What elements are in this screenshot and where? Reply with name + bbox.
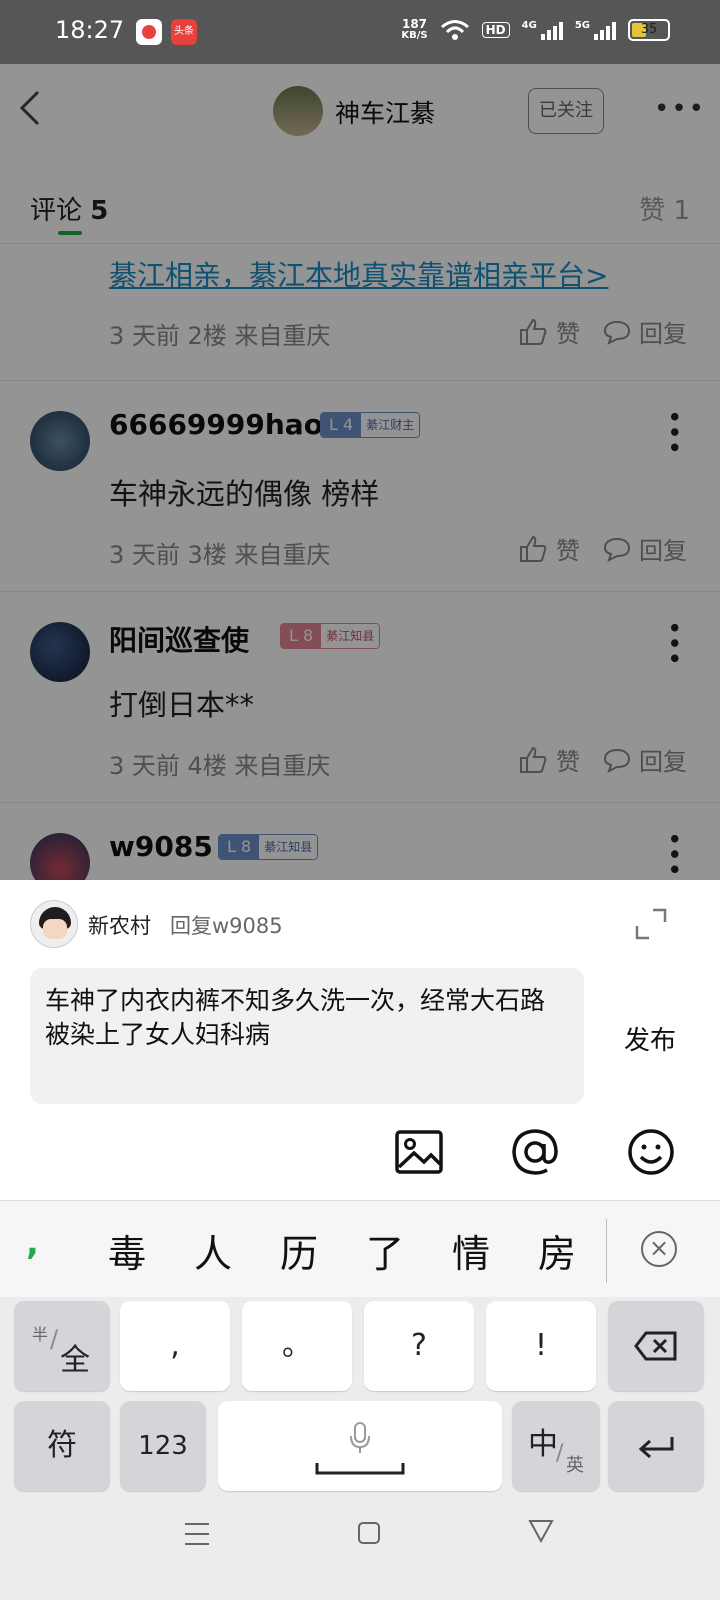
- signal-5g-icon: 5G: [575, 20, 616, 40]
- network-speed: 187 KB/S: [401, 18, 427, 42]
- signal-5g-label: 5G: [574, 20, 590, 31]
- mention-icon[interactable]: [510, 1127, 560, 1177]
- candidate-word[interactable]: 了: [366, 1223, 404, 1278]
- ime-keyboard: , 毒 人 历 了 情 房 × 半 / 全 , 。 ? ! 符 123 中 / …: [0, 1200, 720, 1600]
- backspace-icon: [634, 1331, 677, 1361]
- signal-4g-icon: 4G: [522, 20, 563, 40]
- emoji-icon[interactable]: [626, 1127, 676, 1177]
- user-avatar: [30, 900, 78, 948]
- reply-target: 回复w9085: [170, 914, 283, 938]
- period-key[interactable]: 。: [242, 1301, 352, 1391]
- candidate-punct[interactable]: ,: [26, 1223, 39, 1263]
- candidate-bar: , 毒 人 历 了 情 房 ×: [0, 1201, 720, 1297]
- expand-icon[interactable]: [635, 908, 667, 940]
- full-label: 全: [60, 1343, 90, 1378]
- lang-sub-label: 英: [566, 1455, 584, 1476]
- candidate-divider: [606, 1219, 607, 1283]
- menu-icon[interactable]: [184, 1521, 210, 1547]
- candidate-word[interactable]: 历: [280, 1223, 318, 1278]
- signal-4g-label: 4G: [521, 20, 537, 31]
- candidate-word[interactable]: 人: [194, 1223, 232, 1278]
- lang-main-label: 中: [528, 1427, 558, 1462]
- toutiao-app-icon: 头条: [171, 19, 197, 45]
- backspace-key[interactable]: [608, 1301, 704, 1391]
- hd-voice-icon: HD: [481, 22, 510, 38]
- space-bar-icon: [315, 1463, 405, 1475]
- reply-input[interactable]: 车神了内衣内裤不知多久洗一次，经常大石路被染上了女人妇科病: [30, 968, 584, 1104]
- comma-key[interactable]: ,: [120, 1301, 230, 1391]
- candidate-word[interactable]: 情: [452, 1223, 490, 1278]
- candidate-word[interactable]: 毒: [108, 1223, 146, 1278]
- battery-level: 35: [640, 22, 658, 37]
- wifi-icon: [440, 20, 469, 40]
- home-icon[interactable]: [357, 1521, 381, 1545]
- question-key[interactable]: ?: [364, 1301, 474, 1391]
- enter-icon: [638, 1437, 674, 1459]
- image-icon[interactable]: [394, 1127, 444, 1177]
- half-full-key[interactable]: 半 / 全: [14, 1301, 110, 1391]
- status-time: 18:27: [55, 16, 125, 44]
- close-candidates-icon[interactable]: ×: [641, 1231, 677, 1267]
- network-speed-unit: KB/S: [401, 30, 428, 41]
- microphone-icon: [350, 1422, 370, 1453]
- exclamation-key[interactable]: !: [486, 1301, 596, 1391]
- symbols-key[interactable]: 符: [14, 1401, 110, 1491]
- candidate-word[interactable]: 房: [538, 1223, 576, 1278]
- system-nav-bar: [0, 1503, 720, 1600]
- language-key[interactable]: 中 / 英: [512, 1401, 600, 1491]
- numbers-key[interactable]: 123: [120, 1401, 206, 1491]
- reply-sheet: 新农村 回复w9085 车神了内衣内裤不知多久洗一次，经常大石路被染上了女人妇科…: [0, 880, 720, 1200]
- user-name: 新农村: [88, 914, 151, 938]
- publish-button[interactable]: 发布: [624, 1020, 676, 1057]
- battery-icon: 35: [628, 19, 670, 41]
- status-indicators: 187 KB/S HD 4G 5G 35: [401, 18, 670, 42]
- modal-backdrop[interactable]: [0, 64, 720, 880]
- half-label: 半: [32, 1325, 49, 1344]
- notification-app-icon: [136, 19, 162, 45]
- space-key[interactable]: [218, 1401, 502, 1491]
- enter-key[interactable]: [608, 1401, 704, 1491]
- back-nav-icon[interactable]: [528, 1519, 554, 1543]
- network-speed-value: 187: [401, 17, 428, 31]
- status-bar: 18:27 头条 187 KB/S HD 4G 5G 35: [0, 0, 720, 64]
